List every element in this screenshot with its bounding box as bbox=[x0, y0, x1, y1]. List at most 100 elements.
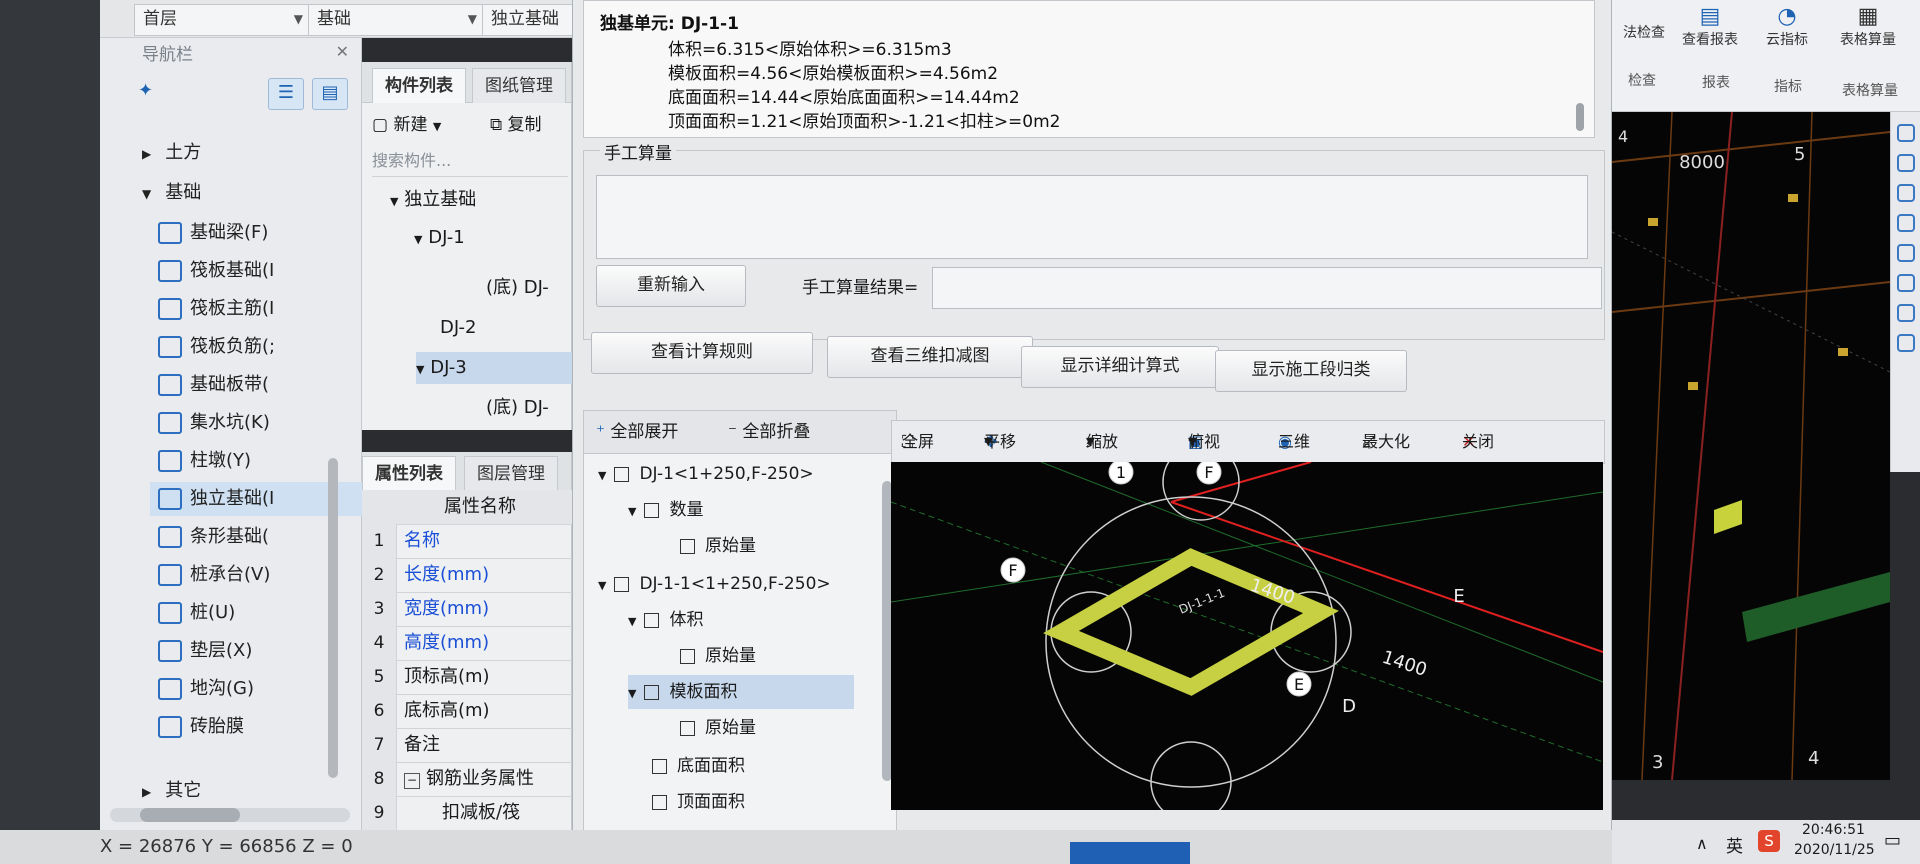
nav-item-pile-cap[interactable]: 桩承台(V) bbox=[158, 558, 270, 592]
right-tool-strip bbox=[1890, 112, 1920, 472]
nav-item-raft[interactable]: 筏板基础(I bbox=[158, 254, 274, 288]
table-row[interactable]: 3 宽度(mm) bbox=[362, 592, 572, 627]
tree-node-formwork[interactable]: ▼ 模板面积 bbox=[628, 675, 854, 709]
notification-icon[interactable]: ▭ bbox=[1884, 830, 1901, 851]
tree-node-dj2[interactable]: DJ-2 bbox=[440, 312, 476, 344]
table-row[interactable]: 8− 钢筋业务属性 bbox=[362, 762, 572, 797]
tool-icon[interactable] bbox=[1896, 334, 1915, 352]
tree-label: DJ-3 bbox=[430, 357, 467, 378]
tab-component-list[interactable]: 构件列表 bbox=[372, 68, 466, 103]
search-component-input[interactable]: 搜索构件... bbox=[372, 146, 568, 177]
tree-node-volume[interactable]: ▼ 体积 bbox=[628, 603, 703, 637]
tree-node-original[interactable]: 原始量 bbox=[680, 529, 756, 563]
tool-icon[interactable] bbox=[1896, 244, 1915, 262]
tree-node-dj1[interactable]: ▼ DJ-1 bbox=[414, 222, 465, 254]
table-row[interactable]: 9 扣减板/筏 bbox=[362, 796, 572, 831]
nav-item-slab-strip[interactable]: 基础板带( bbox=[158, 368, 269, 402]
table-row[interactable]: 5 顶标高(m) bbox=[362, 660, 572, 695]
view-report-button[interactable]: ▤ 查看报表 bbox=[1670, 4, 1750, 49]
nav-item-sump[interactable]: 集水坑(K) bbox=[158, 406, 270, 440]
tool-icon[interactable] bbox=[1896, 274, 1915, 292]
tree-node-dj1[interactable]: ▼ DJ-1<1+250,F-250> bbox=[598, 457, 814, 491]
tool-icon[interactable] bbox=[1896, 154, 1915, 172]
manual-result-input[interactable] bbox=[932, 267, 1602, 309]
table-icon: ▦ bbox=[1857, 4, 1879, 29]
tree-node-top-area[interactable]: 顶面面积 bbox=[652, 785, 745, 819]
list-view-icon[interactable]: ☰ bbox=[268, 78, 304, 110]
nav-item-raft-neg-rebar[interactable]: 筏板负筋(; bbox=[158, 330, 275, 364]
tree-node-quantity[interactable]: ▼ 数量 bbox=[628, 493, 703, 527]
table-row[interactable]: 4 高度(mm) bbox=[362, 626, 572, 661]
copy-button[interactable]: ⧉ 复制 bbox=[490, 108, 542, 142]
tool-icon[interactable] bbox=[1896, 124, 1915, 142]
nav-item-trench[interactable]: 地沟(G) bbox=[158, 672, 254, 706]
table-row[interactable]: 2 长度(mm) bbox=[362, 558, 572, 593]
tree-node-isolated-footing[interactable]: ▼ 独立基础 bbox=[390, 184, 476, 216]
nav-item-strip-footing[interactable]: 条形基础( bbox=[158, 520, 269, 554]
table-calc-button[interactable]: ▦ 表格算量 bbox=[1826, 4, 1910, 49]
view-3d-deduction-button[interactable]: 查看三维扣减图 bbox=[827, 336, 1033, 378]
grid-line bbox=[1040, 462, 1603, 683]
nav-item-foundation-beam[interactable]: 基础梁(F) bbox=[158, 216, 268, 250]
3d-label: 三维 bbox=[1278, 432, 1311, 451]
expand-all-button[interactable]: ⁺ 全部展开 bbox=[596, 411, 678, 453]
nav-item-column-pier[interactable]: 柱墩(Y) bbox=[158, 444, 251, 478]
clock-time[interactable]: 20:46:51 bbox=[1802, 822, 1865, 838]
model-3d-view[interactable]: 8000 4 5 3 4 bbox=[1612, 112, 1890, 780]
sparkle-icon[interactable]: ✦ bbox=[138, 80, 153, 101]
viewer-canvas[interactable]: 1 F F E D E 1400 1400 DJ-1-1-1 bbox=[891, 462, 1603, 810]
close-icon[interactable]: ✕ bbox=[336, 42, 349, 61]
pile-icon bbox=[158, 602, 182, 624]
nav-group-earthwork[interactable]: ▶ 土方 bbox=[142, 136, 201, 170]
nav-item-cushion[interactable]: 垫层(X) bbox=[158, 634, 252, 668]
reinput-button[interactable]: 重新输入 bbox=[596, 265, 746, 307]
red-axis-line bbox=[1671, 112, 1733, 780]
category-select[interactable]: 基础 ▼ bbox=[308, 4, 484, 36]
table-row[interactable]: 7 备注 bbox=[362, 728, 572, 763]
nav-group-foundation[interactable]: ▼ 基础 bbox=[142, 176, 201, 210]
app-tray-icon[interactable]: S bbox=[1758, 830, 1780, 852]
expand-all-label: 全部展开 bbox=[610, 422, 679, 442]
show-stage-category-button[interactable]: 显示施工段归类 bbox=[1215, 350, 1407, 392]
tab-drawing-management[interactable]: 图纸管理 bbox=[472, 68, 566, 103]
nav-item-pile[interactable]: 桩(U) bbox=[158, 596, 235, 630]
new-label: 新建 bbox=[393, 115, 428, 135]
collapse-all-button[interactable]: ⁻ 全部折叠 bbox=[728, 411, 810, 453]
table-row[interactable]: 6 底标高(m) bbox=[362, 694, 572, 729]
manual-calc-textarea[interactable] bbox=[596, 175, 1588, 259]
tool-icon[interactable] bbox=[1896, 214, 1915, 232]
tree-node-bottom-area[interactable]: 底面面积 bbox=[652, 749, 745, 783]
rebar-icon bbox=[158, 336, 182, 358]
chevron-up-icon[interactable]: ∧ bbox=[1696, 834, 1708, 853]
nav-item-brick-mold[interactable]: 砖胎膜 bbox=[158, 710, 244, 744]
vertical-scrollbar[interactable] bbox=[328, 458, 338, 778]
show-detail-formula-button[interactable]: 显示详细计算式 bbox=[1021, 346, 1219, 388]
tree-node-original[interactable]: 原始量 bbox=[680, 711, 756, 745]
table-row[interactable]: 1 名称 bbox=[362, 524, 572, 559]
collapse-icon[interactable]: − bbox=[404, 773, 420, 789]
tree-node-original[interactable]: 原始量 bbox=[680, 639, 756, 673]
ime-indicator[interactable]: 英 bbox=[1726, 832, 1743, 857]
tool-icon[interactable] bbox=[1896, 304, 1915, 322]
tool-icon[interactable] bbox=[1896, 184, 1915, 202]
clock-date[interactable]: 2020/11/25 bbox=[1794, 842, 1875, 858]
nav-group-other[interactable]: ▶ 其它 bbox=[142, 774, 201, 808]
check-button[interactable]: 法检查 bbox=[1612, 22, 1676, 42]
cloud-index-button[interactable]: ◔ 云指标 bbox=[1752, 4, 1822, 49]
tree-node-dj3[interactable]: ▼ DJ-3 bbox=[416, 352, 572, 384]
floor-select[interactable]: 首层 ▼ bbox=[134, 4, 310, 36]
chevron-down-icon: ▼ bbox=[1086, 435, 1095, 448]
horizontal-scrollbar[interactable] bbox=[110, 808, 350, 822]
tree-node-dj3-bottom[interactable]: (底) DJ- bbox=[486, 392, 549, 424]
detail-view-icon[interactable]: ▤ bbox=[312, 78, 348, 110]
taskbar-app-button[interactable] bbox=[1070, 842, 1190, 864]
tab-property-list[interactable]: 属性列表 bbox=[362, 456, 456, 491]
tree-node-dj1-bottom[interactable]: (底) DJ- bbox=[486, 272, 549, 304]
view-rules-button[interactable]: 查看计算规则 bbox=[591, 332, 813, 374]
tab-layer-management[interactable]: 图层管理 bbox=[464, 456, 558, 491]
tree-node-dj1-1[interactable]: ▼ DJ-1-1<1+250,F-250> bbox=[598, 567, 831, 601]
tree-label: 独立基础 bbox=[404, 189, 477, 210]
new-component-button[interactable]: ▢ 新建 ▼ bbox=[372, 108, 441, 142]
nav-item-raft-main-rebar[interactable]: 筏板主筋(I bbox=[158, 292, 274, 326]
vertical-scrollbar[interactable] bbox=[1576, 103, 1584, 131]
